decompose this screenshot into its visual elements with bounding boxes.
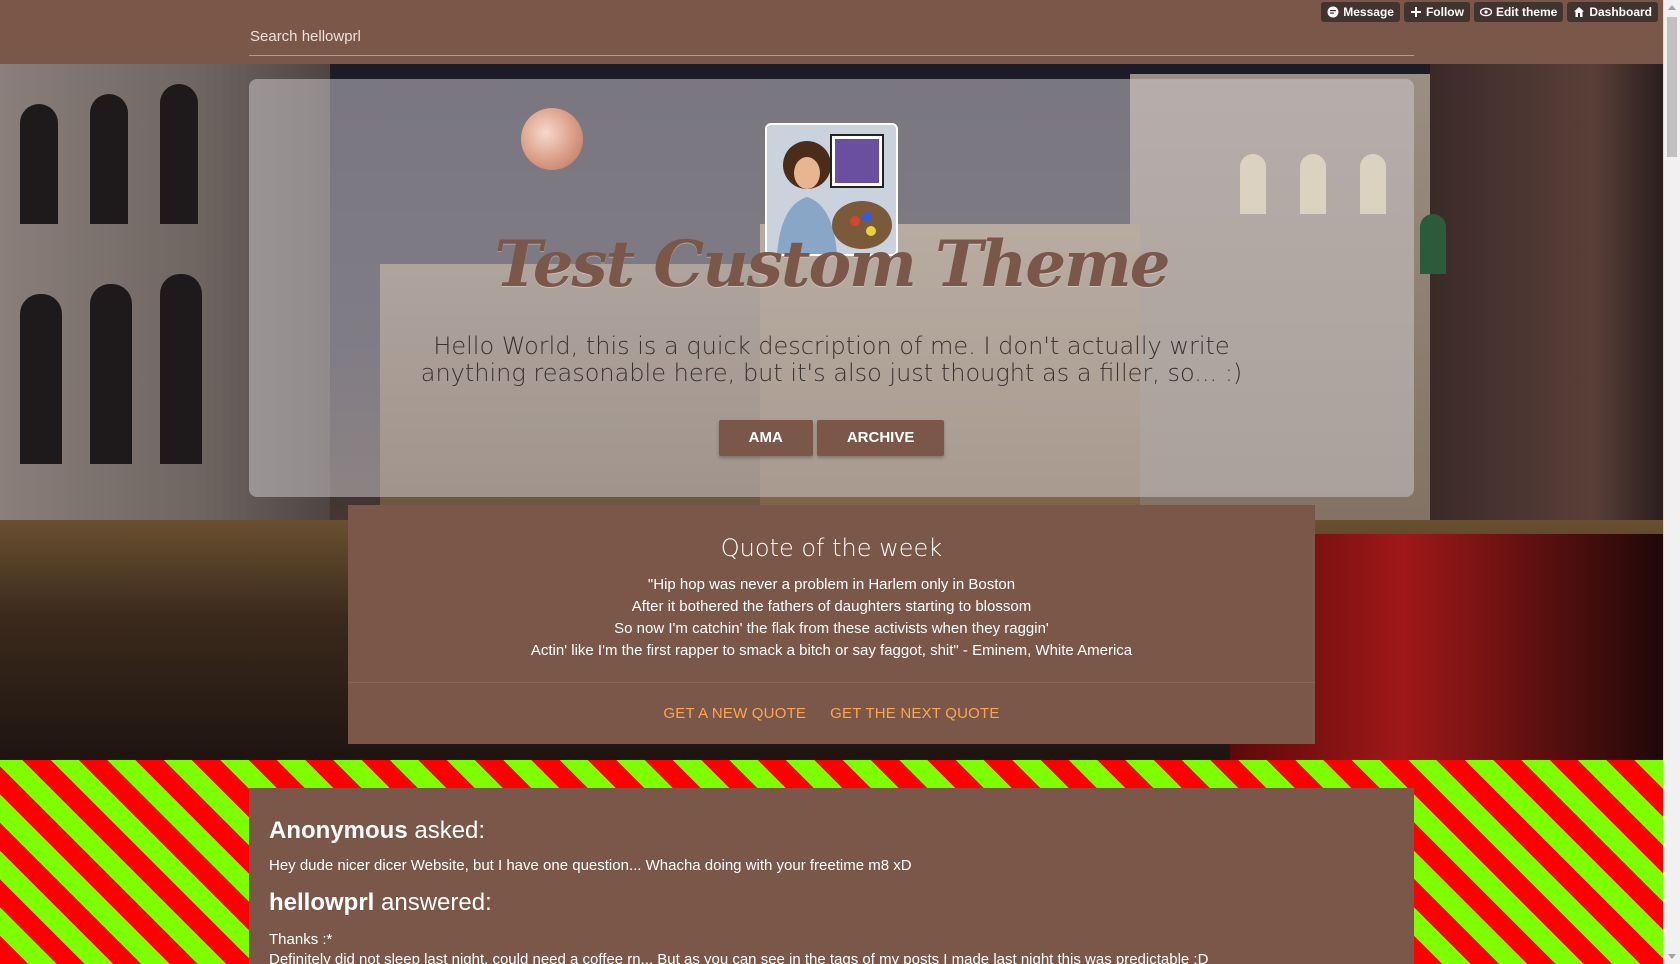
question-text: Hey dude nicer dicer Website, but I have… [269,857,912,874]
blog-header-card: Test Custom Theme Hello World, this is a… [249,79,1414,497]
answer-line: Thanks :* [269,931,333,948]
search-input[interactable] [249,18,1414,56]
answerer-name[interactable]: hellowprl [269,889,374,916]
get-next-quote-link[interactable]: GET THE NEXT QUOTE [830,705,999,722]
answered-label: answered: [381,889,492,916]
message-button[interactable]: Message [1321,2,1400,22]
dashboard-label: Dashboard [1589,5,1652,19]
follow-label: Follow [1425,5,1464,19]
scroll-up-icon[interactable] [1668,5,1676,10]
scrollbar-thumb[interactable] [1667,17,1677,157]
moon-image [521,108,583,170]
answer-line: Definitely did not sleep last night, cou… [269,951,1209,964]
question-heading: Anonymous asked: [269,816,1394,846]
eye-icon [1479,7,1492,17]
quote-card: Quote of the week "Hip hop was never a p… [348,505,1315,744]
get-new-quote-link[interactable]: GET A NEW QUOTE [663,705,806,722]
quote-text: "Hip hop was never a problem in Harlem o… [348,574,1315,662]
quote-line: So now I'm catchin' the flak from these … [614,620,1049,637]
quote-line: Actin' like I'm the first rapper to smac… [530,642,1133,659]
answer-heading: hellowprl answered: [269,888,1394,918]
answer-text: Thanks :* Definitely did not sleep last … [269,930,1394,964]
asked-label: asked: [414,817,486,844]
edit-theme-label: Edit theme [1495,5,1558,19]
blog-title[interactable]: Test Custom Theme [249,227,1414,302]
home-icon [1574,7,1585,17]
quote-line: After it bothered the fathers of daughte… [631,598,1032,615]
quote-actions: GET A NEW QUOTE GET THE NEXT QUOTE [348,682,1315,744]
archive-button[interactable]: ARCHIVE [816,420,945,456]
ask-post: Anonymous asked: Hey dude nicer dicer We… [249,788,1414,964]
dashboard-button[interactable]: Dashboard [1567,2,1658,22]
blog-description: Hello World, this is a quick description… [420,332,1243,387]
blog-controls: Message Follow Edit theme Dashboard [1321,2,1658,22]
header-nav: AMA ARCHIVE [249,420,1414,456]
message-label: Message [1343,5,1394,19]
scroll-down-icon[interactable] [1668,954,1676,959]
edit-theme-button[interactable]: Edit theme [1473,2,1564,22]
follow-button[interactable]: Follow [1403,2,1470,22]
plus-icon [1410,7,1421,17]
asker-name[interactable]: Anonymous [269,817,408,844]
message-icon [1327,6,1339,18]
page-scrollbar[interactable] [1663,0,1680,964]
ama-button[interactable]: AMA [718,420,813,456]
quote-line: "Hip hop was never a problem in Harlem o… [647,576,1016,593]
quote-title: Quote of the week [720,534,943,562]
